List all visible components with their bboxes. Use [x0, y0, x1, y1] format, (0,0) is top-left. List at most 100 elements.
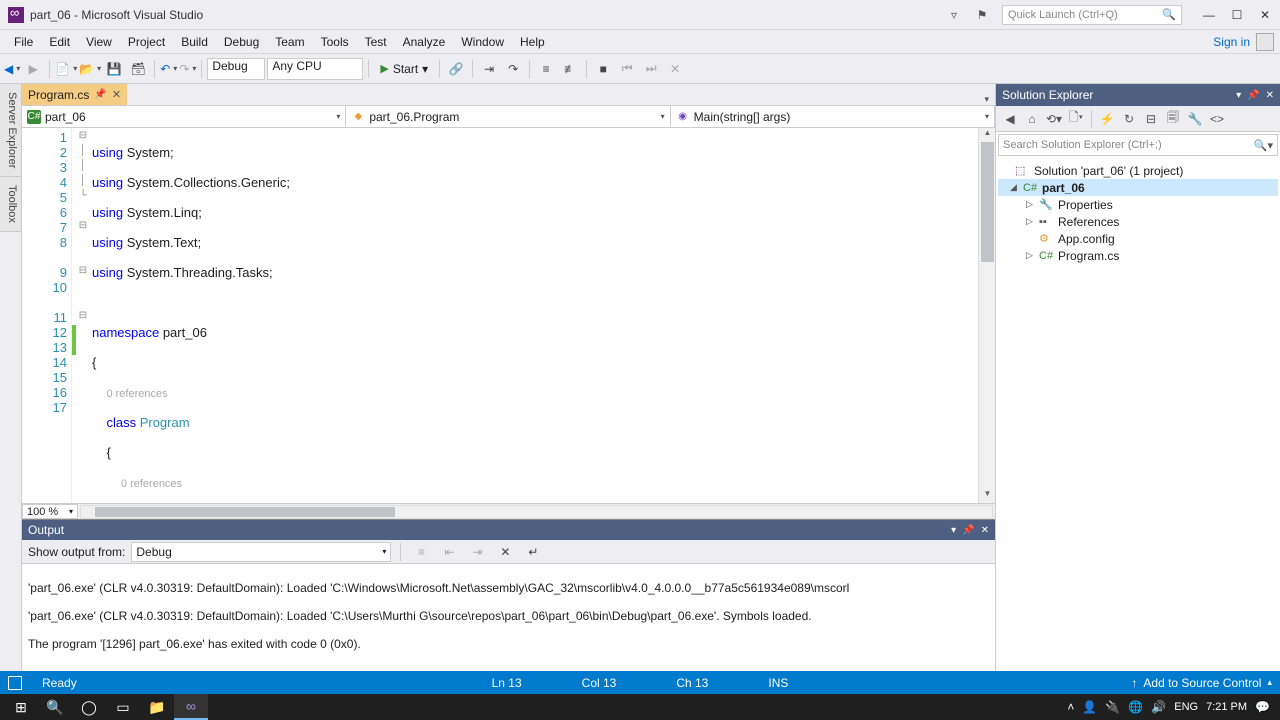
editor-hscrollbar[interactable]	[80, 505, 993, 519]
tree-references-node[interactable]: ▷▪▪ References	[998, 213, 1278, 230]
step-over-button[interactable]: ↷	[502, 58, 524, 80]
menu-view[interactable]: View	[78, 32, 120, 52]
config-dropdown[interactable]: Debug	[207, 58, 265, 80]
browser-link-button[interactable]: 🔗	[445, 58, 467, 80]
tree-appconfig-node[interactable]: ⚙ App.config	[998, 230, 1278, 247]
output-text[interactable]: 'part_06.exe' (CLR v4.0.30319: DefaultDo…	[22, 564, 995, 680]
output-source-dropdown[interactable]: Debug▾	[131, 542, 391, 562]
undo-button[interactable]: ↶▾	[160, 62, 177, 76]
bookmark-button[interactable]: ■	[592, 58, 614, 80]
editor-tab-program[interactable]: Program.cs 📌 ✕	[22, 83, 127, 105]
nav-back-button[interactable]: ◀▾	[4, 62, 20, 76]
new-project-button[interactable]: 📄▾	[55, 62, 77, 76]
open-file-button[interactable]: 📂▾	[79, 62, 101, 76]
tree-project-node[interactable]: ◢C# part_06	[998, 179, 1278, 196]
menu-tools[interactable]: Tools	[313, 32, 357, 52]
tree-properties-node[interactable]: ▷🔧 Properties	[998, 196, 1278, 213]
file-explorer-button[interactable]: 📁	[140, 694, 174, 720]
filter-icon[interactable]: ▿	[946, 7, 962, 23]
sol-preview-button[interactable]: <>	[1207, 109, 1227, 129]
clear-bookmarks-button[interactable]: ✕	[664, 58, 686, 80]
visual-studio-taskbar[interactable]: ∞	[174, 694, 208, 720]
output-header[interactable]: Output ▾ 📌 ✕	[22, 520, 995, 540]
server-explorer-tab[interactable]: Server Explorer	[0, 84, 21, 177]
menu-build[interactable]: Build	[173, 32, 216, 52]
next-bookmark-button[interactable]: ⏭	[640, 58, 662, 80]
prev-bookmark-button[interactable]: ⏮	[616, 58, 638, 80]
nav-forward-button[interactable]: ▶	[22, 58, 44, 80]
solution-search-input[interactable]: Search Solution Explorer (Ctrl+;) 🔍▾	[998, 134, 1278, 156]
save-button[interactable]: 💾	[103, 58, 125, 80]
output-close-icon[interactable]: ✕	[981, 525, 989, 536]
sol-home-button[interactable]: ⌂	[1022, 109, 1042, 129]
output-clear-button[interactable]: ✕	[494, 541, 516, 563]
menu-debug[interactable]: Debug	[216, 32, 267, 52]
tray-lang[interactable]: ENG	[1174, 701, 1198, 713]
tray-network-icon[interactable]: 🌐	[1128, 700, 1143, 714]
sol-collapse-button[interactable]: ⊟	[1141, 109, 1161, 129]
tree-solution-node[interactable]: ⬚ Solution 'part_06' (1 project)	[998, 162, 1278, 179]
source-control-button[interactable]: Add to Source Control	[1143, 676, 1261, 690]
solution-explorer-header[interactable]: Solution Explorer ▾ 📌 ✕	[996, 84, 1280, 106]
code-editor[interactable]: 1234567891011121314151617 ⊟│││└⊟⊟⊟ using…	[22, 128, 995, 503]
sol-pin-icon[interactable]: 📌	[1247, 90, 1259, 101]
sol-refresh-button[interactable]: ↻	[1119, 109, 1139, 129]
output-find-button[interactable]: ≡	[410, 541, 432, 563]
menu-team[interactable]: Team	[267, 32, 312, 52]
sol-scope-button[interactable]: 🗋▾	[1066, 109, 1086, 129]
menu-window[interactable]: Window	[453, 32, 512, 52]
menu-help[interactable]: Help	[512, 32, 553, 52]
tree-programcs-node[interactable]: ▷C# Program.cs	[998, 247, 1278, 264]
output-prev-button[interactable]: ⇤	[438, 541, 460, 563]
task-view-button[interactable]: ◯	[72, 694, 106, 720]
zoom-dropdown[interactable]: 100 %▾	[22, 504, 78, 519]
sol-back-button[interactable]: ◀	[1000, 109, 1020, 129]
menu-file[interactable]: File	[6, 32, 41, 52]
output-pin-icon[interactable]: 📌	[962, 525, 974, 536]
output-next-button[interactable]: ⇥	[466, 541, 488, 563]
sol-pending-button[interactable]: ⚡	[1097, 109, 1117, 129]
tab-close-icon[interactable]: ✕	[112, 88, 121, 101]
search-button[interactable]: 🔍	[38, 694, 72, 720]
sol-dropdown-icon[interactable]: ▾	[1236, 90, 1241, 101]
menu-edit[interactable]: Edit	[41, 32, 78, 52]
signin-link[interactable]: Sign in	[1213, 35, 1250, 49]
code-content[interactable]: using System; using System.Collections.G…	[90, 128, 995, 503]
start-button[interactable]: ⊞	[4, 694, 38, 720]
pin-icon[interactable]: 📌	[94, 89, 106, 100]
toolbox-tab[interactable]: Toolbox	[0, 177, 21, 232]
editor-vscrollbar[interactable]: ▲ ▼	[978, 128, 995, 503]
output-wrap-button[interactable]: ↵	[522, 541, 544, 563]
minimize-button[interactable]: —	[1202, 8, 1216, 22]
step-into-button[interactable]: ⇥	[478, 58, 500, 80]
tray-time[interactable]: 7:21 PM	[1206, 701, 1247, 713]
tabs-overflow-button[interactable]: ▾	[978, 94, 995, 105]
nav-class-dropdown[interactable]: ◆ part_06.Program ▾	[346, 106, 670, 127]
tray-notifications-icon[interactable]: 💬	[1255, 700, 1270, 714]
tray-up-icon[interactable]: ˄	[1067, 700, 1074, 714]
taskbar-app[interactable]: ▭	[106, 694, 140, 720]
menu-analyze[interactable]: Analyze	[395, 32, 454, 52]
uncomment-button[interactable]: ≢	[559, 58, 581, 80]
close-button[interactable]: ✕	[1258, 8, 1272, 22]
nav-method-dropdown[interactable]: ◉ Main(string[] args) ▾	[671, 106, 995, 127]
notifications-icon[interactable]: ⚑	[974, 7, 990, 23]
comment-button[interactable]: ≡	[535, 58, 557, 80]
tray-power-icon[interactable]: 🔌	[1105, 700, 1120, 714]
start-button[interactable]: ▶ Start ▾	[374, 58, 434, 80]
nav-project-dropdown[interactable]: C# part_06 ▾	[22, 106, 346, 127]
output-dropdown-icon[interactable]: ▾	[951, 525, 956, 536]
tray-people-icon[interactable]: 👤	[1082, 700, 1097, 714]
sol-showall-button[interactable]: 🗐	[1163, 109, 1183, 129]
sol-sync-button[interactable]: ⟲▾	[1044, 109, 1064, 129]
tray-volume-icon[interactable]: 🔊	[1151, 700, 1166, 714]
redo-button[interactable]: ↷▾	[179, 62, 196, 76]
menu-test[interactable]: Test	[357, 32, 395, 52]
quick-launch-input[interactable]: Quick Launch (Ctrl+Q) 🔍	[1002, 5, 1182, 25]
sol-properties-button[interactable]: 🔧	[1185, 109, 1205, 129]
solution-tree[interactable]: ⬚ Solution 'part_06' (1 project) ◢C# par…	[996, 158, 1280, 672]
maximize-button[interactable]: ☐	[1230, 8, 1244, 22]
menu-project[interactable]: Project	[120, 32, 173, 52]
fold-gutter[interactable]: ⊟│││└⊟⊟⊟	[76, 128, 90, 503]
sol-close-icon[interactable]: ✕	[1266, 90, 1274, 101]
